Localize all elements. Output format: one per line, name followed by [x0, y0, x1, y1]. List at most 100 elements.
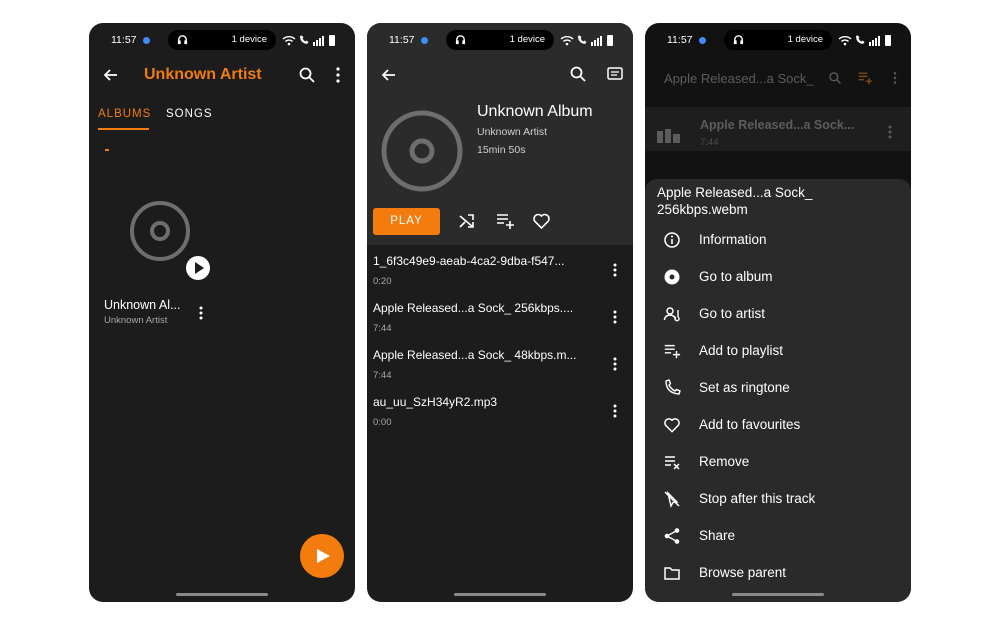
menu-item-label: Set as ringtone	[699, 380, 790, 395]
track-more-icon[interactable]	[610, 309, 620, 325]
tab-songs[interactable]: SONGS	[166, 108, 213, 120]
track-more-icon[interactable]	[610, 356, 620, 372]
status-bar: 11:57 1 device	[89, 23, 355, 57]
device-pill: 1 device	[724, 30, 832, 50]
search-icon[interactable]	[298, 66, 316, 84]
album-art-disc-icon	[381, 110, 463, 192]
album-artist: Unknown Artist	[104, 315, 168, 326]
sheet-title-line1: Apple Released...a Sock_	[657, 185, 813, 200]
system-status-icons	[560, 35, 613, 46]
menu-item-label: Add to playlist	[699, 343, 784, 358]
play-button[interactable]: PLAY	[373, 208, 440, 235]
shuffle-icon[interactable]	[458, 212, 476, 230]
album-art-disc-icon[interactable]	[129, 200, 191, 262]
album-artist[interactable]: Unknown Artist	[477, 126, 547, 138]
menu-item-stop-after-this-track[interactable]: Stop after this track	[645, 481, 911, 518]
menu-item-label: Remove	[699, 454, 750, 469]
lyrics-icon[interactable]	[606, 65, 624, 83]
status-time: 11:57	[389, 34, 415, 46]
playlist-add-icon	[664, 344, 681, 359]
search-icon[interactable]	[569, 65, 587, 83]
play-icon	[317, 549, 330, 563]
menu-item-label: Stop after this track	[699, 491, 816, 506]
device-pill: 1 device	[446, 30, 554, 50]
track-title: Apple Released...a Sock_ 48kbps.m...	[373, 348, 577, 362]
menu-item-add-to-favourites[interactable]: Add to favourites	[645, 407, 911, 444]
track-more-icon[interactable]	[610, 403, 620, 419]
artist-screen: 11:57 1 device Unknown Artist ALBUMS SON…	[89, 23, 355, 602]
track-more-icon[interactable]	[610, 262, 620, 278]
artist-icon	[663, 307, 680, 322]
menu-item-remove[interactable]: Remove	[645, 444, 911, 481]
track-duration: 0:20	[373, 276, 392, 287]
stop-after-icon	[664, 490, 680, 508]
device-count: 1 device	[231, 34, 267, 45]
headphones-icon	[733, 35, 744, 45]
track-duration: 0:00	[373, 417, 392, 428]
heart-icon	[664, 418, 680, 433]
menu-item-label: Share	[699, 528, 736, 543]
album-icon	[664, 269, 680, 285]
track-row[interactable]: au_uu_SzH34yR2.mp3 0:00	[367, 389, 633, 435]
playlist-add-icon[interactable]	[495, 211, 515, 231]
menu-item-information[interactable]: Information	[645, 222, 911, 259]
folder-icon	[664, 567, 680, 580]
share-icon	[664, 528, 680, 544]
track-menu-screen: 11:57 1 device Apple Released...a Sock_ …	[645, 23, 911, 602]
system-status-icons	[838, 35, 891, 46]
track-title: Apple Released...a Sock_ 256kbps....	[373, 301, 574, 315]
tab-albums[interactable]: ALBUMS	[98, 108, 151, 120]
album-screen: 11:57 1 device Unknown Album Unknown Art…	[367, 23, 633, 602]
status-time: 11:57	[667, 34, 693, 46]
gesture-bar	[176, 593, 268, 596]
phone-icon	[665, 379, 681, 395]
album-title: Unknown Album	[477, 103, 593, 120]
album-duration: 15min 50s	[477, 144, 526, 156]
track-row[interactable]: Apple Released...a Sock_ 48kbps.m... 7:4…	[367, 342, 633, 388]
track-duration: 7:44	[373, 323, 392, 334]
track-title: au_uu_SzH34yR2.mp3	[373, 395, 498, 409]
menu-item-label: Information	[699, 232, 767, 247]
status-bar: 11:57 1 device	[367, 23, 633, 57]
notification-dot-icon	[143, 37, 150, 44]
menu-item-go-to-album[interactable]: Go to album	[645, 259, 911, 296]
menu-item-share[interactable]: Share	[645, 518, 911, 555]
play-button-label: PLAY	[390, 215, 423, 227]
track-row[interactable]: 1_6f3c49e9-aeab-4ca2-9dba-f547... 0:20	[367, 248, 633, 294]
sheet-title-line2: 256kbps.webm	[657, 202, 748, 217]
now-playing-bars-icon	[657, 129, 680, 143]
status-time: 11:57	[111, 34, 137, 46]
back-arrow-icon[interactable]	[380, 66, 398, 84]
more-vert-icon	[893, 72, 897, 84]
album-more-icon[interactable]	[196, 305, 206, 321]
device-count: 1 device	[509, 34, 545, 45]
menu-item-label: Go to album	[699, 269, 773, 284]
album-title[interactable]: Unknown Al...	[104, 298, 180, 312]
system-status-icons	[282, 35, 335, 46]
track-more-icon	[888, 125, 892, 139]
track-duration: 7:44	[700, 137, 719, 148]
menu-item-label: Browse parent	[699, 565, 787, 580]
menu-item-add-to-playlist[interactable]: Add to playlist	[645, 333, 911, 370]
device-count: 1 device	[787, 34, 823, 45]
tab-indicator	[98, 128, 149, 130]
more-vert-icon[interactable]	[333, 66, 343, 84]
menu-item-label: Go to artist	[699, 306, 766, 321]
shuffle-play-fab[interactable]	[300, 534, 344, 578]
status-bar: 11:57 1 device	[645, 23, 911, 57]
album-play-button-icon[interactable]	[185, 255, 211, 281]
track-title: 1_6f3c49e9-aeab-4ca2-9dba-f547...	[373, 254, 565, 268]
notification-dot-icon	[699, 37, 706, 44]
menu-item-set-as-ringtone[interactable]: Set as ringtone	[645, 370, 911, 407]
favourite-icon[interactable]	[532, 212, 551, 230]
track-options-sheet: Apple Released...a Sock_ 256kbps.webm In…	[645, 179, 911, 602]
search-icon	[829, 72, 841, 84]
playlist-remove-icon	[665, 456, 680, 470]
back-arrow-icon[interactable]	[102, 66, 120, 84]
device-pill: 1 device	[168, 30, 276, 50]
track-row[interactable]: Apple Released...a Sock_ 256kbps.... 7:4…	[367, 295, 633, 341]
menu-item-go-to-artist[interactable]: Go to artist	[645, 296, 911, 333]
headphones-icon	[455, 35, 466, 45]
scroll-marker	[105, 149, 109, 151]
menu-item-browse-parent[interactable]: Browse parent	[645, 555, 911, 592]
